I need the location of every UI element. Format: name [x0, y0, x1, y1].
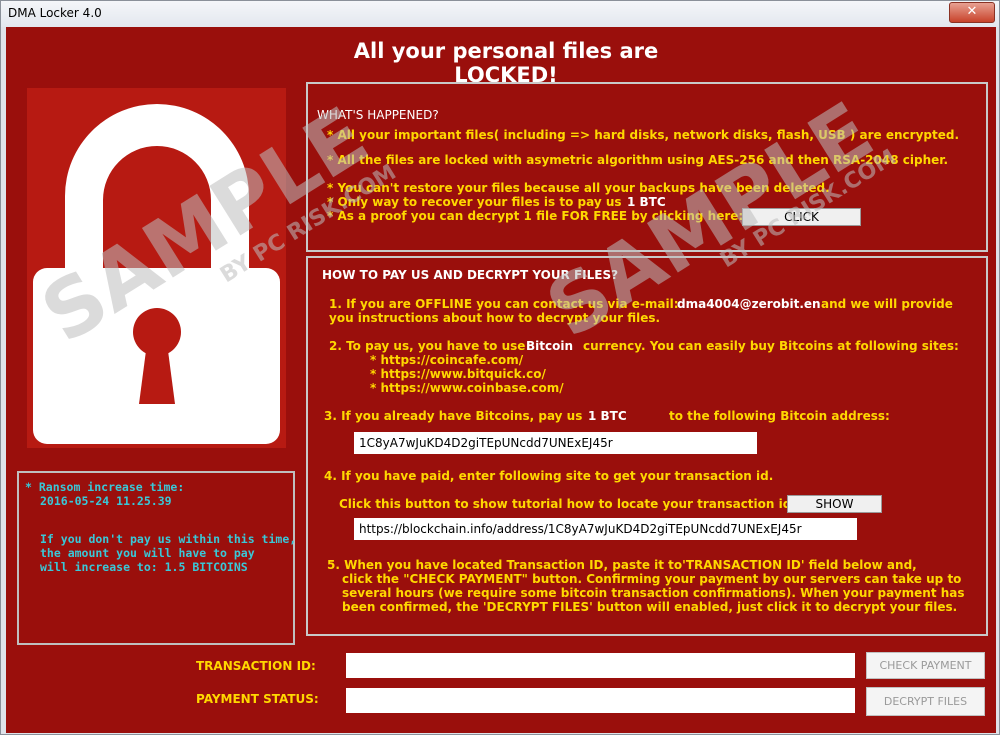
how-to-pay-panel: HOW TO PAY US AND DECRYPT YOUR FILES? 1.…: [306, 256, 988, 636]
close-button[interactable]: ✕: [949, 2, 995, 23]
contact-email: dma4004@zerobit.en: [677, 297, 821, 311]
step2-text-b: currency. You can easily buy Bitcoins at…: [583, 339, 959, 353]
bitcoin-address-field[interactable]: 1C8yA7wJuKD4D2giTEpUNcdd7UNExEJ45r: [354, 432, 757, 454]
happened-line-5: * As a proof you can decrypt 1 file FOR …: [327, 209, 744, 223]
step5-line-2: click the "CHECK PAYMENT" button. Confir…: [342, 572, 962, 586]
payment-status-label: PAYMENT STATUS:: [196, 692, 319, 706]
happened-line-3: * You can't restore your files because a…: [327, 181, 830, 195]
step3-text-b: to the following Bitcoin address:: [669, 409, 890, 423]
tutorial-text: Click this button to show tutorial how t…: [339, 497, 797, 511]
pay-amount: 1 BTC: [588, 409, 627, 423]
timer-label: * Ransom increase time:: [25, 480, 185, 494]
timer-warning-3: will increase to: 1.5 BITCOINS: [40, 560, 248, 574]
step1-text-c: you instructions about how to decrypt yo…: [329, 311, 661, 325]
step5-line-1: 5. When you have located Transaction ID,…: [327, 558, 917, 572]
happened-line-2: * All the files are locked with asymetri…: [327, 153, 949, 167]
step5-line-3: several hours (we require some bitcoin t…: [342, 586, 965, 600]
howto-title: HOW TO PAY US AND DECRYPT YOUR FILES?: [322, 268, 619, 282]
step5-line-4: been confirmed, the 'DECRYPT FILES' butt…: [342, 600, 958, 614]
happened-amount: 1 BTC: [627, 195, 666, 209]
happened-line-1: * All your important files( including =>…: [327, 128, 960, 142]
check-payment-button[interactable]: CHECK PAYMENT: [866, 652, 985, 679]
payment-status-field: [346, 688, 855, 713]
site-coincafe: * https://coincafe.com/: [370, 353, 524, 367]
app-window: DMA Locker 4.0 ✕ All your personal files…: [0, 0, 1000, 735]
whats-happened-panel: WHAT'S HAPPENED? * All your important fi…: [306, 82, 988, 252]
timer-warning-2: the amount you will have to pay: [40, 546, 255, 560]
padlock-icon: [33, 104, 280, 444]
happened-title: WHAT'S HAPPENED?: [317, 108, 439, 122]
step4-text: 4. If you have paid, enter following sit…: [324, 469, 774, 483]
step1-text: 1. If you are OFFLINE you can contact us…: [329, 297, 679, 311]
show-tutorial-button[interactable]: SHOW: [787, 495, 882, 513]
timer-date: 2016-05-24 11.25.39: [40, 494, 172, 508]
ransom-timer-box: * Ransom increase time: 2016-05-24 11.25…: [17, 471, 297, 645]
click-decrypt-free-button[interactable]: CLICK: [742, 208, 861, 226]
page-title: All your personal files are LOCKED!: [353, 39, 659, 87]
transaction-id-label: TRANSACTION ID:: [196, 659, 316, 673]
site-bitquick: * https://www.bitquick.co/: [370, 367, 546, 381]
step3-text: 3. If you already have Bitcoins, pay us: [324, 409, 583, 423]
site-coinbase: * https://www.coinbase.com/: [370, 381, 564, 395]
window-title: DMA Locker 4.0: [8, 6, 102, 20]
transaction-id-input[interactable]: [346, 653, 855, 678]
step2-text: 2. To pay us, you have to use: [329, 339, 526, 353]
currency-name: Bitcoin: [526, 339, 574, 353]
decrypt-files-button[interactable]: DECRYPT FILES: [866, 687, 985, 716]
step1-text-b: and we will provide: [821, 297, 953, 311]
title-bar[interactable]: DMA Locker 4.0 ✕: [1, 1, 999, 27]
happened-line-4: * Only way to recover your files is to p…: [327, 195, 622, 209]
padlock-image: [27, 88, 286, 448]
ransom-panel: All your personal files are LOCKED! * Ra…: [6, 27, 996, 733]
transaction-url-field[interactable]: https://blockchain.info/address/1C8yA7wJ…: [354, 518, 857, 540]
timer-warning-1: If you don't pay us within this time,: [40, 532, 297, 546]
